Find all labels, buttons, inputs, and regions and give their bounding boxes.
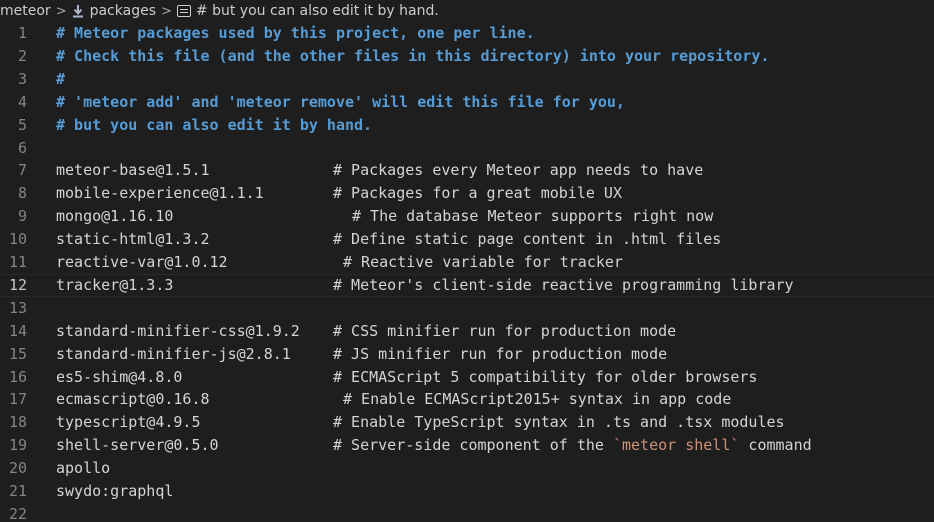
line-number: 15 — [8, 344, 27, 363]
header-comment: # Check this file (and the other files i… — [56, 46, 770, 65]
line-number: 18 — [8, 413, 27, 432]
package-comment: # The database Meteor supports right now — [352, 207, 714, 226]
package-comment: # Reactive variable for tracker — [343, 253, 623, 271]
package-comment: # Packages for a great mobile UX — [333, 184, 622, 203]
package-comment: # Packages every Meteor app needs to hav… — [333, 161, 704, 180]
package-comment: # JS minifier run for production mode — [333, 344, 668, 363]
breadcrumb-folder[interactable]: packages — [72, 3, 156, 19]
code-line[interactable]: 22 — [0, 503, 934, 522]
code-line[interactable]: 19 shell-server@0.5.0 # Server-side compon… — [0, 434, 934, 457]
comment-text: # Server-side component of the — [333, 436, 613, 455]
breadcrumb-root[interactable]: meteor — [0, 3, 51, 19]
package-comment: # Enable TypeScript syntax in .ts and .t… — [333, 413, 785, 432]
header-comment: # Meteor packages used by this project, … — [56, 24, 535, 42]
breadcrumb-symbol[interactable]: # but you can also edit it by hand. — [176, 3, 439, 19]
code-line[interactable]: 20 apollo — [0, 457, 934, 480]
line-number: 9 — [17, 207, 27, 226]
package-name: mobile-experience@1.1.1 — [56, 184, 264, 203]
package-name: standard-minifier-css@1.9.2 — [56, 321, 300, 340]
package-name: typescript@4.9.5 — [56, 413, 201, 432]
code-line[interactable]: 6 — [0, 137, 934, 160]
package-name: static-html@1.3.2 — [56, 230, 210, 249]
line-number: 21 — [8, 482, 27, 500]
package-name: apollo — [56, 459, 111, 478]
code-line[interactable]: 21 swydo:graphql — [0, 480, 934, 503]
package-name: meteor-base@1.5.1 — [56, 161, 210, 180]
breadcrumb: meteor > packages > # but you can also e… — [0, 0, 934, 22]
code-line[interactable]: 13 — [0, 297, 934, 320]
line-number: 13 — [8, 298, 27, 317]
download-arrow-icon — [72, 5, 83, 18]
header-comment: # 'meteor add' and 'meteor remove' will … — [56, 92, 625, 111]
code-line[interactable]: 3 # — [0, 68, 934, 91]
line-number: 10 — [8, 230, 27, 249]
code-line[interactable]: 4 # 'meteor add' and 'meteor remove' will… — [0, 91, 934, 114]
package-name: mongo@1.16.10 — [56, 207, 174, 226]
package-comment: # Server-side component of the `meteor s… — [333, 434, 812, 457]
line-number: 6 — [17, 138, 27, 157]
line-number: 20 — [8, 459, 27, 478]
package-name: shell-server@0.5.0 — [56, 436, 219, 455]
code-line[interactable]: 18 typescript@4.9.5 # Enable TypeScript sy… — [0, 411, 934, 434]
package-name: reactive-var@1.0.12 — [56, 253, 228, 271]
chevron-right-icon: > — [161, 3, 172, 19]
package-name: swydo:graphql — [56, 482, 174, 500]
code-editor[interactable]: 1 # Meteor packages used by this project,… — [0, 22, 934, 522]
header-comment: # — [56, 69, 66, 88]
code-line[interactable]: 9 mongo@1.16.10 # The database Meteor supp… — [0, 205, 934, 228]
package-name: tracker@1.3.3 — [56, 275, 174, 294]
package-comment: # Meteor's client-side reactive programm… — [333, 275, 794, 294]
header-comment: # but you can also edit it by hand. — [56, 115, 373, 134]
code-line[interactable]: 5 # but you can also edit it by hand. — [0, 114, 934, 137]
line-number: 12 — [8, 275, 27, 294]
package-comment: # Enable ECMAScript2015+ syntax in app c… — [343, 390, 732, 409]
line-number: 8 — [17, 184, 27, 203]
package-name: es5-shim@4.8.0 — [56, 367, 183, 386]
code-line[interactable]: 11 reactive-var@1.0.12 # Reactive variable… — [0, 251, 934, 274]
code-line[interactable]: 2 # Check this file (and the other files … — [0, 45, 934, 68]
line-number: 7 — [17, 161, 27, 180]
breadcrumb-symbol-label: # but you can also edit it by hand. — [195, 3, 439, 19]
chevron-right-icon: > — [55, 3, 67, 19]
code-line[interactable]: 10 static-html@1.3.2 # Define static page … — [0, 228, 934, 251]
code-line[interactable]: 12 tracker@1.3.3 # Meteor's client-side re… — [0, 274, 934, 297]
package-comment: # CSS minifier run for production mode — [333, 321, 677, 340]
breadcrumb-root-label: meteor — [0, 3, 51, 19]
symbol-string-icon — [176, 5, 191, 17]
line-number: 22 — [8, 504, 27, 522]
code-line[interactable]: 1 # Meteor packages used by this project,… — [0, 22, 934, 45]
code-line[interactable]: 15 standard-minifier-js@2.8.1 # JS minifie… — [0, 343, 934, 366]
code-line[interactable]: 14 standard-minifier-css@1.9.2 # CSS minif… — [0, 320, 934, 343]
package-name: ecmascript@0.16.8 — [56, 390, 210, 409]
code-line[interactable]: 16 es5-shim@4.8.0 # ECMAScript 5 compatibi… — [0, 366, 934, 389]
code-line[interactable]: 7 meteor-base@1.5.1 # Packages every Meteo… — [0, 159, 934, 182]
line-number: 11 — [8, 253, 27, 271]
line-number: 4 — [17, 92, 27, 111]
package-comment: # ECMAScript 5 compatibility for older b… — [333, 367, 758, 386]
line-number: 5 — [17, 115, 27, 134]
inline-code: `meteor shell` — [612, 436, 740, 455]
breadcrumb-folder-label: packages — [89, 3, 156, 19]
line-number: 17 — [8, 390, 27, 409]
line-number: 3 — [17, 69, 27, 88]
code-line[interactable]: 17 ecmascript@0.16.8 # Enable ECMAScript20… — [0, 388, 934, 411]
package-comment: # Define static page content in .html fi… — [333, 230, 722, 249]
package-name: standard-minifier-js@2.8.1 — [56, 344, 291, 363]
line-number: 1 — [17, 24, 27, 42]
comment-text: command — [739, 436, 812, 455]
line-number: 16 — [8, 367, 27, 386]
line-number: 2 — [17, 46, 27, 65]
line-number: 14 — [8, 321, 27, 340]
code-line[interactable]: 8 mobile-experience@1.1.1 # Packages for a… — [0, 182, 934, 205]
line-number: 19 — [8, 436, 27, 455]
